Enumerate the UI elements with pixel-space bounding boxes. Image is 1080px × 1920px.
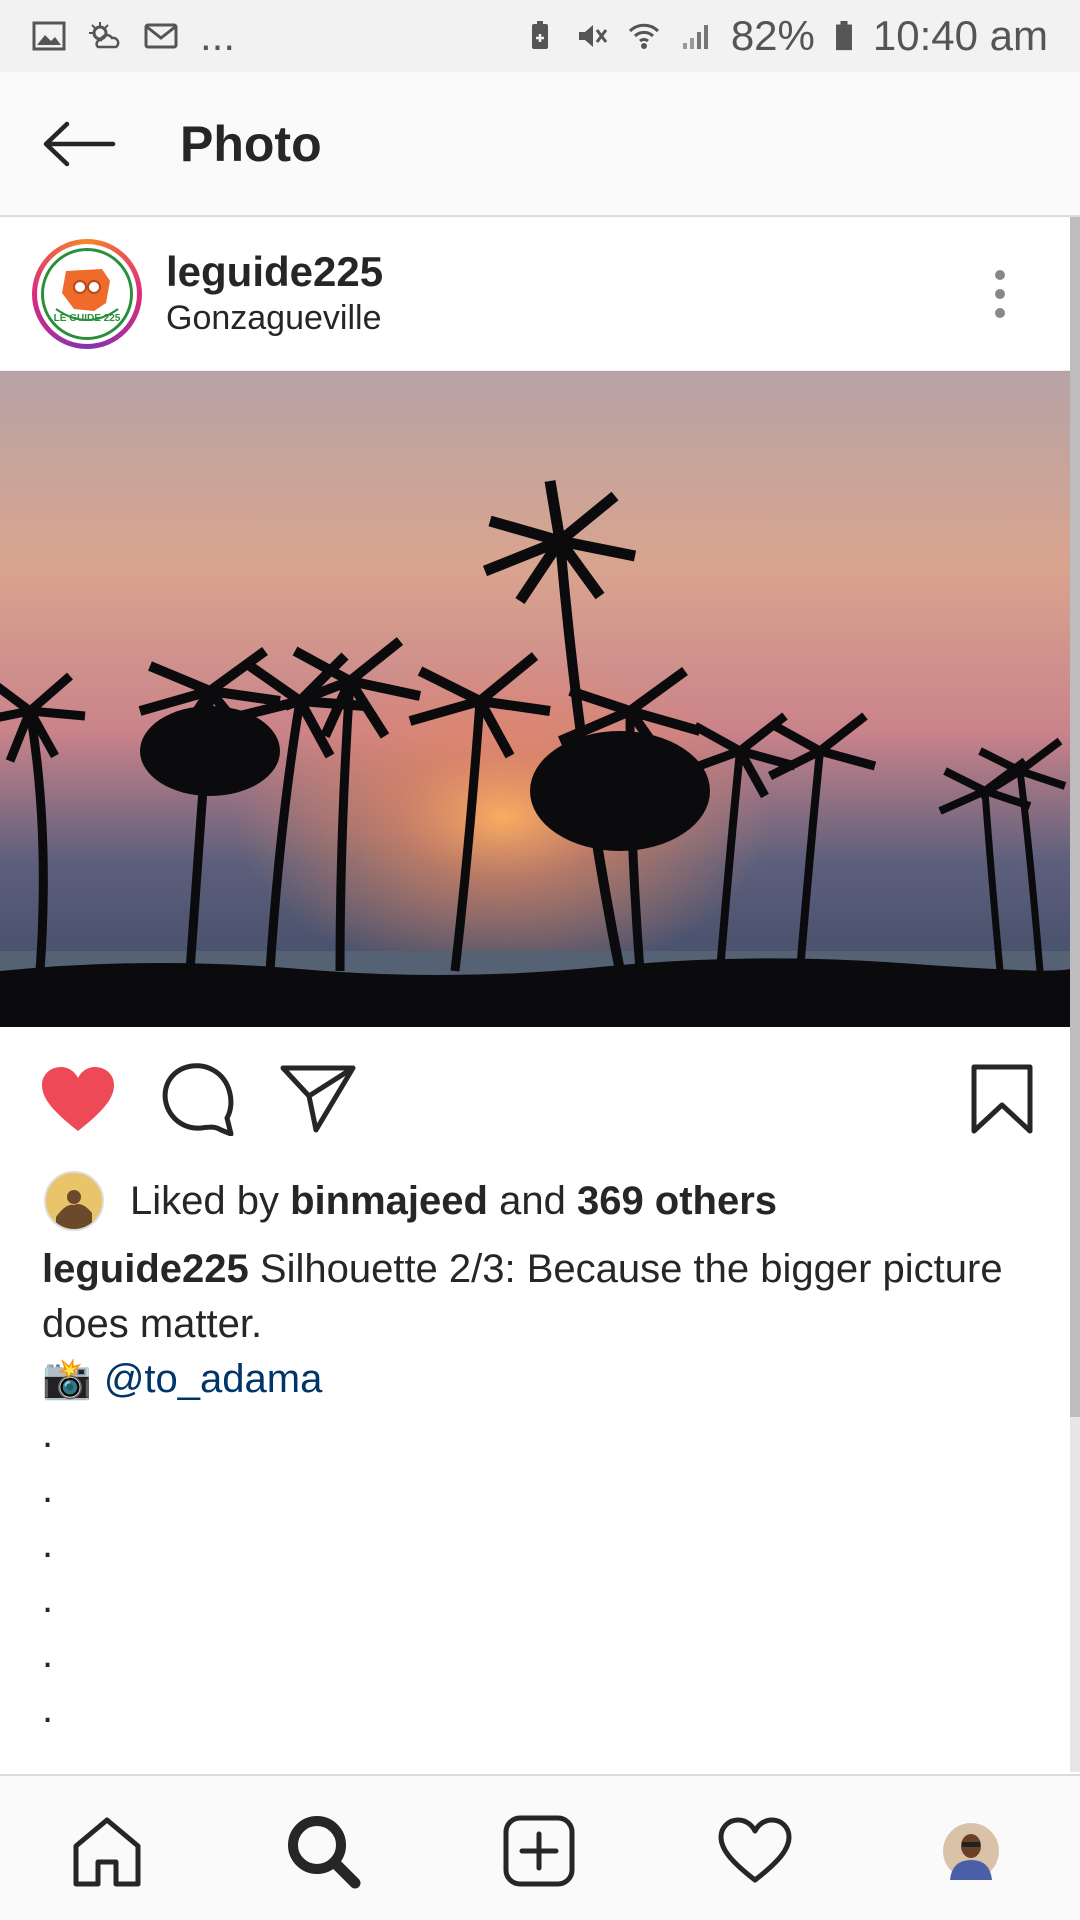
activity-heart-icon <box>718 1817 792 1883</box>
sunset-palm-silhouette-image <box>0 371 1070 1027</box>
post-actions <box>0 1027 1070 1167</box>
share-button[interactable] <box>278 1059 358 1139</box>
logo-text: LE GUIDE 225 <box>54 313 121 324</box>
post-photo[interactable] <box>0 371 1070 1027</box>
nav-profile-button[interactable] <box>926 1806 1016 1896</box>
likes-prefix: Liked by <box>130 1178 279 1223</box>
caption-dot: . <box>42 1687 54 1731</box>
nav-home-button[interactable] <box>62 1806 152 1896</box>
bottom-navigation <box>0 1774 1080 1920</box>
mention-link[interactable]: @to_adama <box>104 1352 323 1407</box>
caption-username[interactable]: leguide225 <box>42 1247 249 1291</box>
caption-main: leguide225 Silhouette 2/3: Because the b… <box>42 1242 1042 1352</box>
caption-dot: . <box>42 1632 54 1676</box>
weather-icon <box>89 22 120 49</box>
bookmark-icon <box>971 1064 1033 1134</box>
battery-saver-icon <box>531 21 548 49</box>
liker-avatar <box>44 1171 104 1231</box>
battery-icon <box>835 21 852 51</box>
nav-add-post-button[interactable] <box>494 1806 584 1896</box>
search-icon <box>288 1816 361 1889</box>
liker-username[interactable]: binmajeed <box>290 1179 488 1223</box>
status-bar: ... 82% 10:40 am <box>0 0 1080 72</box>
comment-bubble-icon <box>162 1063 234 1136</box>
post-location[interactable]: Gonzagueville <box>166 296 383 340</box>
page-title: Photo <box>180 115 322 172</box>
photo-credit: 📸 @to_adama <box>42 1352 1042 1407</box>
home-icon <box>73 1817 141 1887</box>
post-caption: leguide225 Silhouette 2/3: Because the b… <box>42 1242 1042 1737</box>
mail-icon <box>144 23 178 49</box>
caption-dot: . <box>42 1412 54 1456</box>
caption-dot: . <box>42 1467 54 1511</box>
likes-text: Liked by binmajeed and 369 others <box>130 1179 777 1224</box>
caption-dots: . . . . . . <box>42 1407 1042 1737</box>
add-post-icon <box>503 1815 575 1887</box>
status-right-icons: 82% 10:40 am <box>523 12 1048 60</box>
back-arrow-icon <box>43 121 116 166</box>
more-dot-icon <box>995 307 1005 318</box>
nav-search-button[interactable] <box>278 1806 368 1896</box>
more-dot-icon <box>995 288 1005 299</box>
post-header: LE GUIDE 225 leguide225 Gonzagueville <box>0 217 1070 371</box>
more-options-button[interactable] <box>980 249 1020 339</box>
wifi-icon <box>628 23 659 49</box>
post-meta: leguide225 Gonzagueville <box>166 248 383 340</box>
comment-button[interactable] <box>158 1059 238 1139</box>
caption-dot: . <box>42 1522 54 1566</box>
status-overflow: ... <box>200 12 236 59</box>
likes-others-count[interactable]: 369 others <box>577 1179 777 1223</box>
caption-dot: . <box>42 1577 54 1621</box>
le-guide-225-logo: LE GUIDE 225 <box>41 247 133 340</box>
heart-filled-icon <box>42 1067 114 1131</box>
scrollbar-thumb[interactable] <box>1070 217 1080 1417</box>
send-paper-plane-icon <box>280 1065 356 1133</box>
back-button[interactable] <box>24 89 134 199</box>
mute-icon <box>578 25 608 47</box>
battery-percent: 82% <box>730 12 815 59</box>
status-time: 10:40 am <box>872 12 1048 59</box>
post-username[interactable]: leguide225 <box>166 248 383 296</box>
more-dot-icon <box>995 269 1005 280</box>
post-author-avatar[interactable]: LE GUIDE 225 <box>32 238 142 349</box>
nav-activity-button[interactable] <box>710 1806 800 1896</box>
profile-avatar <box>943 1823 999 1880</box>
signal-icon <box>682 25 708 49</box>
likes-joiner: and <box>499 1178 566 1223</box>
like-button[interactable] <box>38 1059 118 1139</box>
save-button[interactable] <box>962 1059 1042 1139</box>
likes-row[interactable]: Liked by binmajeed and 369 others <box>44 1168 777 1234</box>
camera-flash-icon: 📸 <box>42 1357 92 1401</box>
app-header: Photo <box>0 72 1080 217</box>
status-left-icons: ... <box>32 12 235 60</box>
image-icon <box>32 21 66 51</box>
